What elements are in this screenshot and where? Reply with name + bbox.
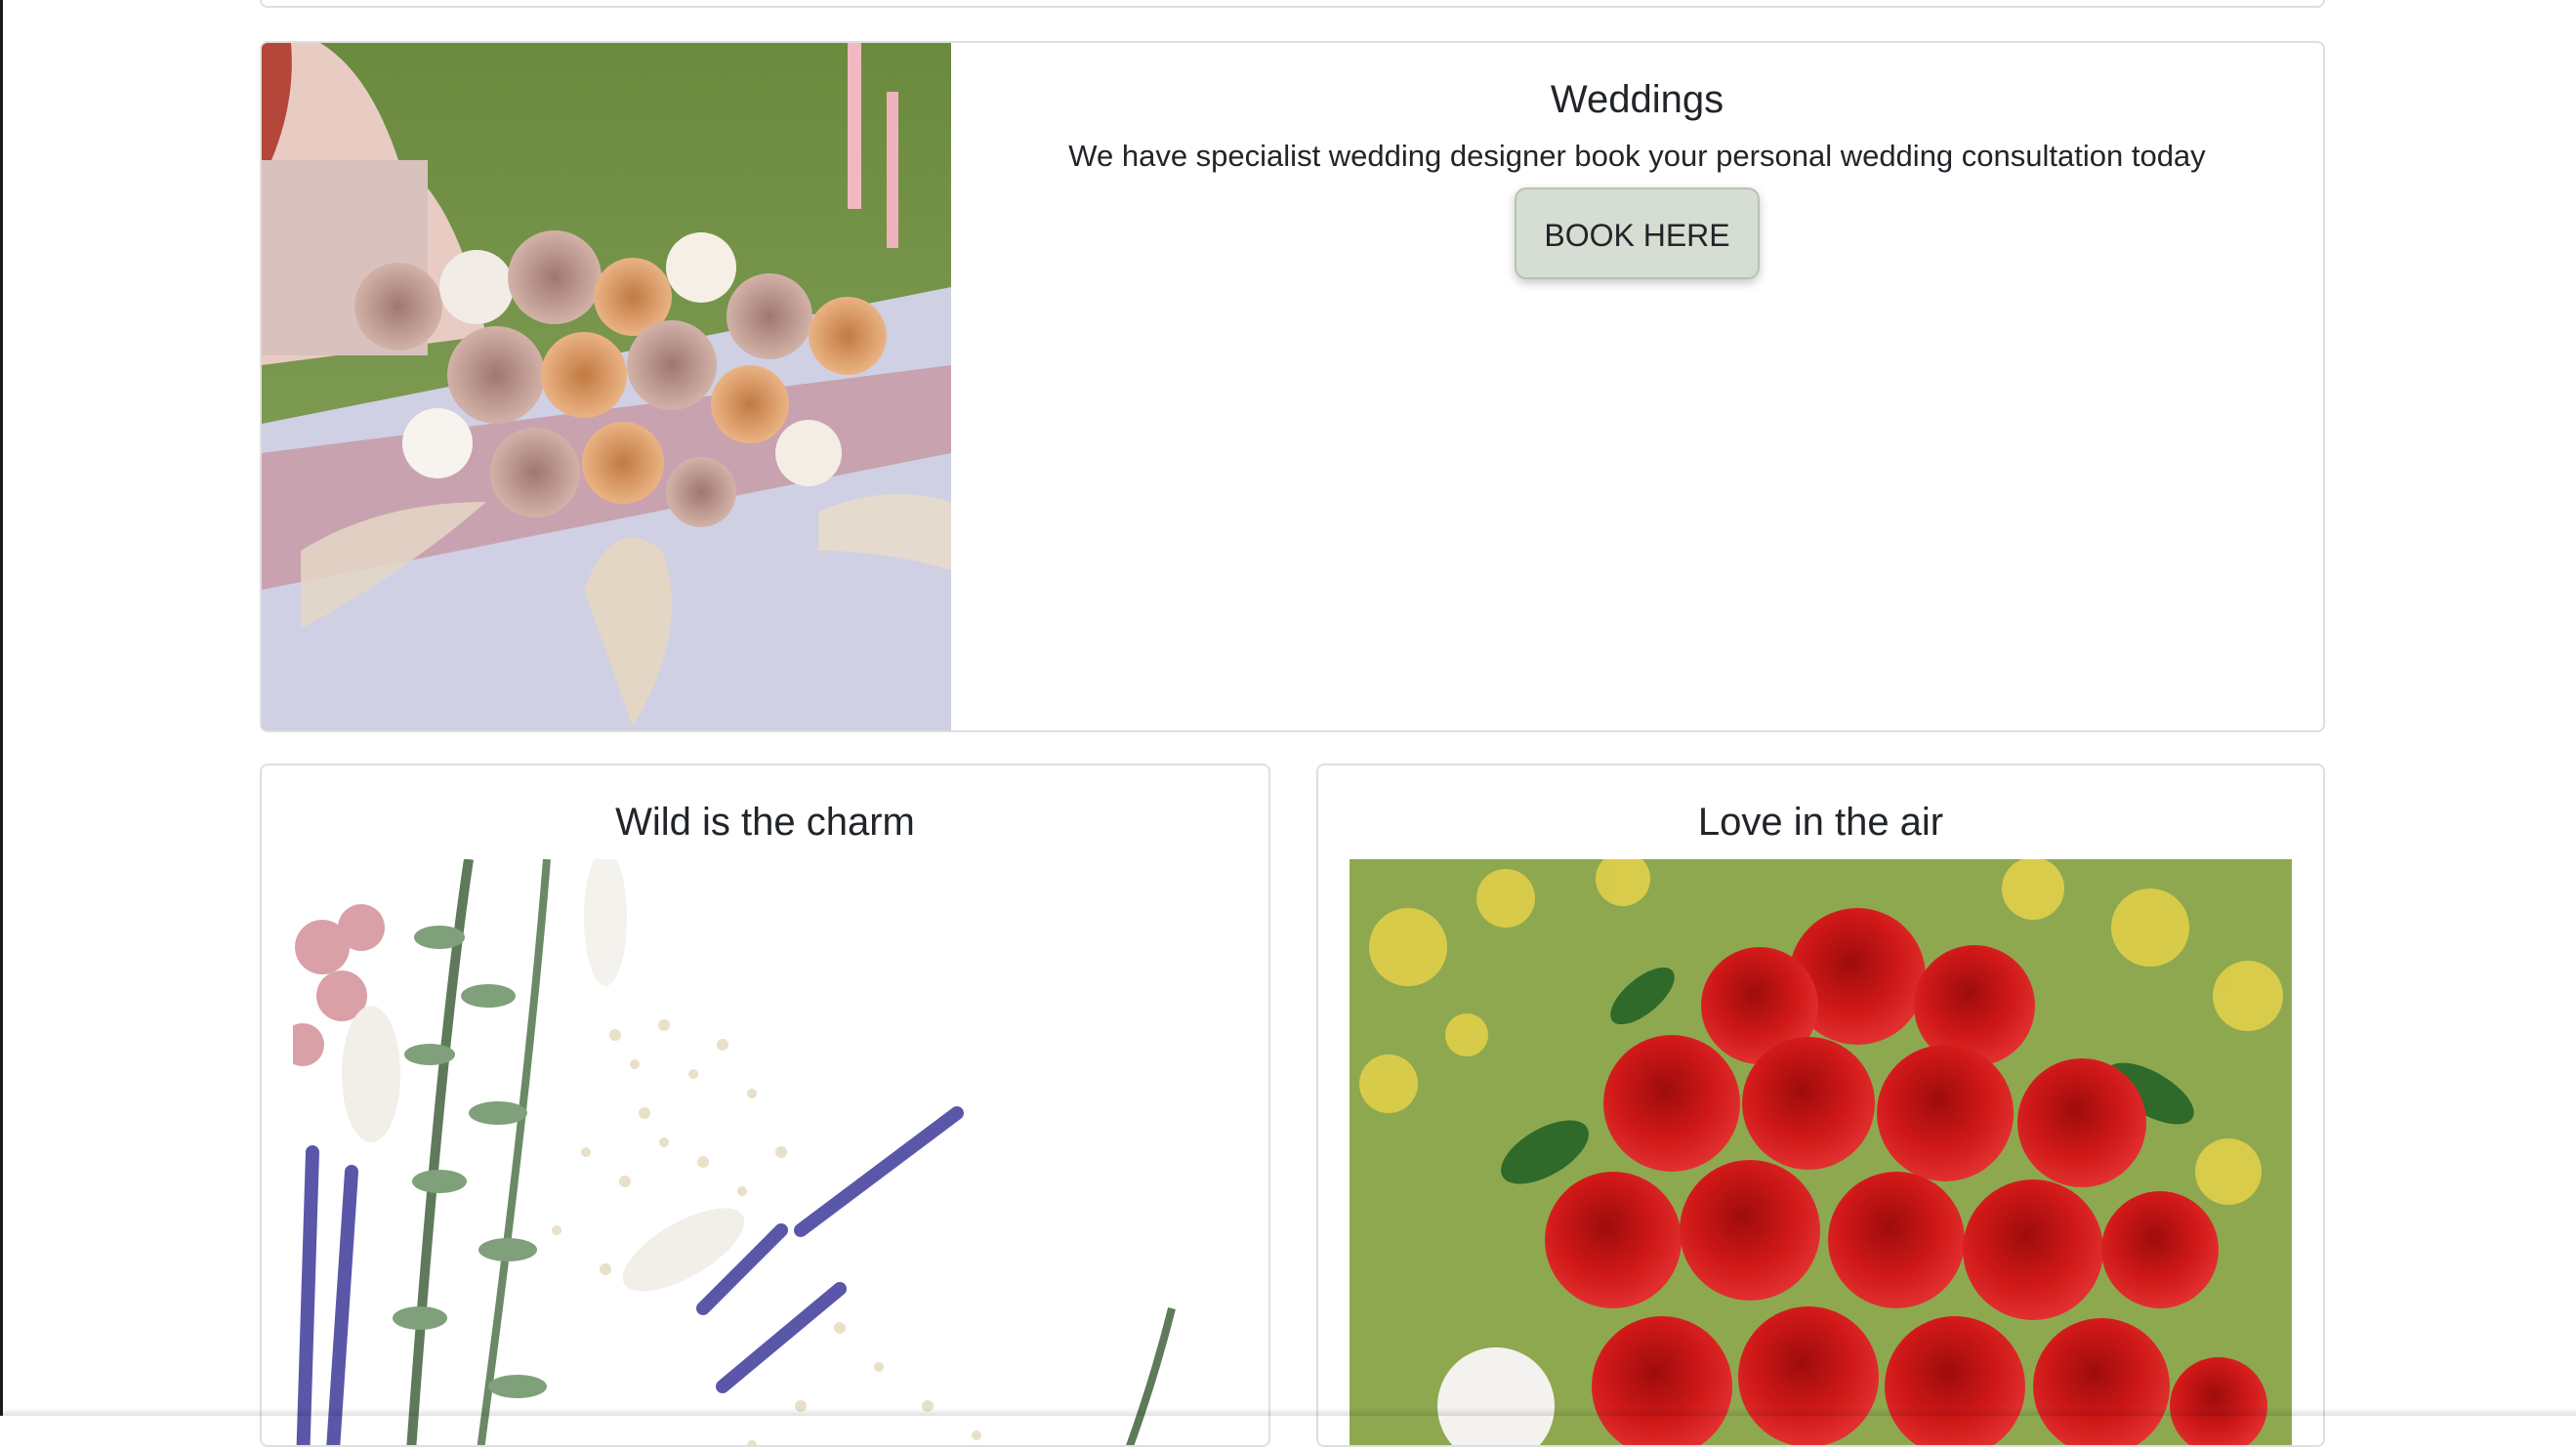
window-edge	[0, 0, 3, 1416]
previous-card-edge	[260, 0, 2325, 8]
wild-card-title: Wild is the charm	[262, 799, 1268, 846]
weddings-card-body: Weddings We have specialist wedding desi…	[951, 43, 2323, 730]
weddings-description: We have specialist wedding designer book…	[951, 137, 2323, 176]
love-card-title: Love in the air	[1318, 799, 2323, 846]
bottom-scroll-shadow	[0, 1408, 2576, 1416]
weddings-photo	[262, 43, 951, 730]
wild-is-the-charm-card: Wild is the charm	[260, 764, 1270, 1447]
love-in-the-air-card: Love in the air	[1316, 764, 2325, 1447]
book-here-button[interactable]: BOOK HERE	[1515, 187, 1759, 279]
red-roses-photo	[1350, 859, 2292, 1447]
weddings-title: Weddings	[951, 76, 2323, 123]
wild-bouquet-photo	[293, 859, 1237, 1447]
weddings-card: Weddings We have specialist wedding desi…	[260, 41, 2325, 732]
